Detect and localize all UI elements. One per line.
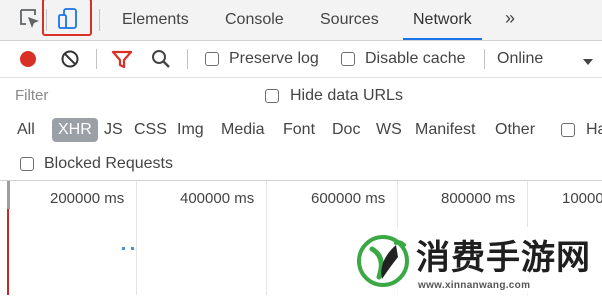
disable-cache-label[interactable]: Disable cache [365, 50, 466, 68]
filter-row: Hide data URLs [0, 78, 602, 114]
load-event-line [7, 209, 9, 295]
blocked-requests-checkbox[interactable] [20, 157, 34, 171]
timeline-tick-label: 200000 ms [50, 190, 125, 207]
toolbar-divider [484, 49, 485, 69]
toolbar-divider [96, 49, 97, 69]
throttling-select[interactable]: Online [497, 50, 543, 68]
type-filter-other[interactable]: Other [495, 121, 535, 139]
request-dot [122, 247, 125, 250]
disable-cache-checkbox[interactable] [341, 52, 355, 66]
type-filter-ws[interactable]: WS [376, 121, 402, 139]
timeline-gridline [136, 181, 137, 295]
type-filter-xhr[interactable]: XHR [52, 118, 98, 142]
inspect-element-icon[interactable] [17, 6, 43, 32]
site-watermark: 消费手游网 www.xinnanwang.com [352, 227, 602, 294]
hide-data-urls-label[interactable]: Hide data URLs [290, 87, 403, 105]
type-filter-all[interactable]: All [17, 121, 35, 139]
resource-type-filters: All XHR JS CSS Img Media Font Doc WS Man… [0, 114, 602, 150]
toolbar-divider [99, 9, 100, 31]
timeline-gridline [266, 181, 267, 295]
preserve-log-checkbox[interactable] [205, 52, 219, 66]
tab-elements[interactable]: Elements [122, 0, 189, 40]
network-toolbar: Preserve log Disable cache Online [0, 41, 602, 78]
dropdown-arrow-icon[interactable] [582, 54, 594, 72]
tab-console[interactable]: Console [225, 0, 284, 40]
svg-text:消费手游网: 消费手游网 [416, 238, 591, 278]
has-blocked-cookies-checkbox[interactable] [561, 123, 575, 137]
type-filter-manifest[interactable]: Manifest [415, 121, 475, 139]
hide-data-urls-checkbox[interactable] [265, 89, 279, 103]
type-filter-img[interactable]: Img [177, 121, 204, 139]
blocked-requests-label[interactable]: Blocked Requests [44, 155, 173, 173]
timeline-start-marker [7, 181, 10, 209]
type-filter-media[interactable]: Media [221, 121, 265, 139]
request-dot [131, 247, 134, 250]
clear-icon[interactable] [60, 49, 80, 74]
tab-sources[interactable]: Sources [320, 0, 379, 40]
has-blocked-cookies-label[interactable]: Ha [586, 121, 602, 139]
blocked-requests-row: Blocked Requests [0, 150, 602, 180]
type-filter-js[interactable]: JS [104, 121, 123, 139]
svg-text:www.xinnanwang.com: www.xinnanwang.com [417, 280, 530, 291]
timeline-tick-label: 600000 ms [311, 190, 386, 207]
filter-input[interactable] [11, 83, 245, 107]
preserve-log-label[interactable]: Preserve log [229, 50, 319, 68]
timeline-tick-label: 800000 ms [441, 190, 516, 207]
highlight-box [42, 0, 92, 36]
type-filter-doc[interactable]: Doc [332, 121, 360, 139]
search-icon[interactable] [150, 48, 172, 75]
type-filter-css[interactable]: CSS [134, 121, 167, 139]
more-tabs-button[interactable]: » [505, 8, 515, 29]
timeline-tick-label: 10000 [562, 190, 602, 207]
watermark-logo-icon [357, 235, 409, 287]
type-filter-font[interactable]: Font [283, 121, 315, 139]
filter-funnel-icon[interactable] [111, 49, 133, 74]
timeline-tick-label: 400000 ms [180, 190, 255, 207]
tab-network[interactable]: Network [403, 0, 482, 40]
record-icon[interactable] [18, 49, 38, 74]
toolbar-divider [187, 49, 188, 69]
devtools-tab-bar: Elements Console Sources Network » [0, 0, 602, 41]
